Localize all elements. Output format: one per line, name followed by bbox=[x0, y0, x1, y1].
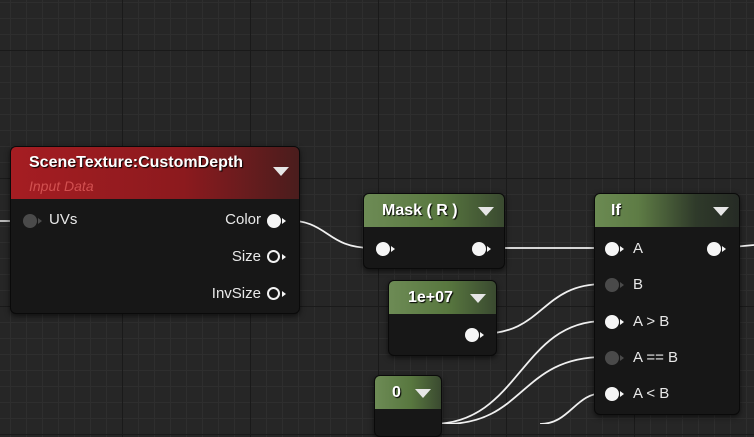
constant-0-header[interactable]: 0 bbox=[375, 376, 441, 409]
if-b-pin[interactable] bbox=[605, 278, 619, 292]
if-title: If bbox=[611, 202, 621, 219]
if-a-label: A bbox=[633, 240, 644, 257]
constant-1e07-title: 1e+07 bbox=[408, 289, 453, 306]
if-b-label: B bbox=[633, 276, 644, 293]
mask-input-pin[interactable] bbox=[376, 242, 390, 256]
if-a-pin[interactable] bbox=[605, 242, 619, 256]
if-altb-label: A < B bbox=[633, 385, 670, 402]
constant-1e07-header[interactable]: 1e+07 bbox=[389, 281, 496, 314]
if-header[interactable]: If bbox=[595, 194, 739, 227]
scene-texture-title: SceneTexture:CustomDepth bbox=[29, 154, 243, 171]
invsize-pin-arrow-icon bbox=[282, 291, 286, 297]
wire-const-to-if-b bbox=[479, 283, 605, 335]
if-output-pin[interactable] bbox=[707, 242, 721, 256]
if-altb-arrow-icon bbox=[620, 391, 624, 397]
color-output-pin[interactable] bbox=[267, 214, 281, 228]
if-agtb-pin[interactable] bbox=[605, 315, 619, 329]
scene-texture-subtitle: Input Data bbox=[29, 178, 94, 194]
constant-1e07-output-pin[interactable] bbox=[465, 328, 479, 342]
if-aeqb-arrow-icon bbox=[620, 355, 624, 361]
invsize-output-pin[interactable] bbox=[267, 287, 280, 300]
constant-0-title: 0 bbox=[392, 384, 401, 401]
mask-node[interactable]: Mask ( R ) bbox=[363, 193, 505, 269]
if-node[interactable]: If A B A > B A == B A < B bbox=[594, 193, 740, 415]
if-aeqb-label: A == B bbox=[633, 349, 679, 366]
constant-1e07-arrow-icon bbox=[480, 332, 484, 338]
mask-title: Mask ( R ) bbox=[382, 202, 458, 219]
size-pin-arrow-icon bbox=[282, 254, 286, 260]
constant-0-node[interactable]: 0 bbox=[374, 375, 442, 437]
chevron-down-icon[interactable] bbox=[478, 206, 494, 216]
scene-texture-node[interactable]: SceneTexture:CustomDepth Input Data UVs … bbox=[10, 146, 300, 314]
size-output-pin[interactable] bbox=[267, 250, 280, 263]
mask-output-pin[interactable] bbox=[472, 242, 486, 256]
if-a-arrow-icon bbox=[620, 246, 624, 252]
constant-1e07-node[interactable]: 1e+07 bbox=[388, 280, 497, 356]
uvs-input-pin[interactable] bbox=[23, 214, 37, 228]
if-altb-pin[interactable] bbox=[605, 387, 619, 401]
chevron-down-icon[interactable] bbox=[713, 206, 729, 216]
chevron-down-icon[interactable] bbox=[415, 388, 431, 398]
scene-texture-header[interactable]: SceneTexture:CustomDepth Input Data bbox=[11, 147, 299, 199]
if-agtb-arrow-icon bbox=[620, 319, 624, 325]
if-b-arrow-icon bbox=[620, 282, 624, 288]
if-agtb-label: A > B bbox=[633, 313, 670, 330]
if-output-arrow-icon bbox=[722, 246, 726, 252]
color-pin-arrow-icon bbox=[282, 218, 286, 224]
if-aeqb-pin[interactable] bbox=[605, 351, 619, 365]
uvs-pin-arrow-icon bbox=[38, 218, 42, 224]
invsize-label: InvSize bbox=[211, 285, 261, 302]
mask-output-arrow-icon bbox=[487, 246, 491, 252]
size-label: Size bbox=[231, 248, 261, 265]
chevron-down-icon[interactable] bbox=[273, 167, 289, 176]
mask-header[interactable]: Mask ( R ) bbox=[364, 194, 504, 227]
mask-input-arrow-icon bbox=[391, 246, 395, 252]
color-label: Color bbox=[225, 211, 261, 228]
chevron-down-icon[interactable] bbox=[470, 293, 486, 303]
uvs-label: UVs bbox=[49, 211, 78, 228]
